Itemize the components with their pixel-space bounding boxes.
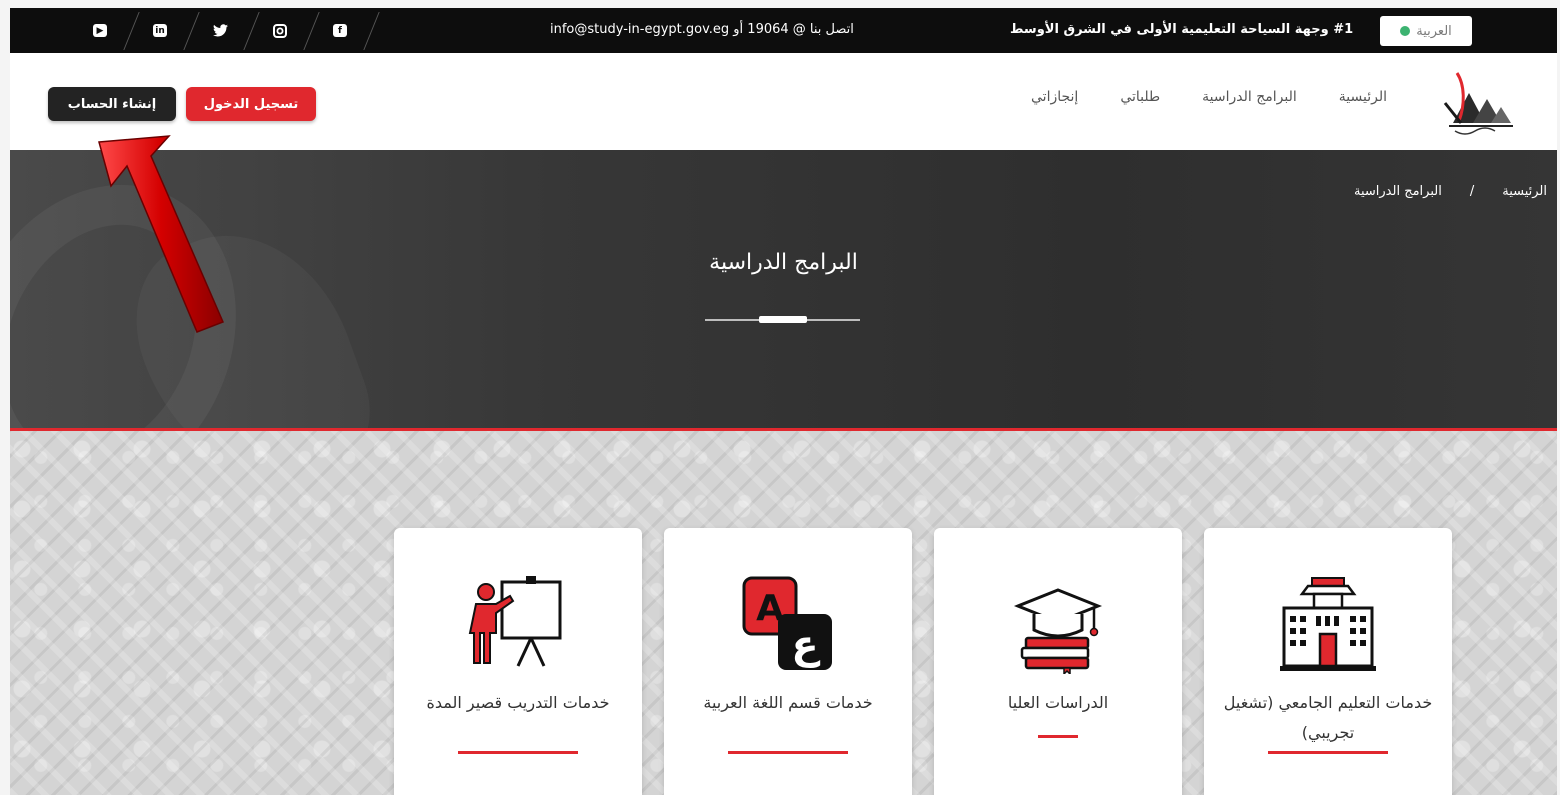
card-underline [1268,751,1388,754]
nav-achievements[interactable]: إنجازاتي [1031,89,1078,105]
youtube-icon: ▶ [93,24,107,37]
svg-text:ع: ع [791,622,820,668]
card-underline [728,751,848,754]
page: ▶ in f اتصل بنا @ 19064 أو info@study-in… [10,8,1557,795]
programs-section: خدمات التدريب قصير المدة A ع خدمات قسم ا… [10,431,1557,795]
contact-info[interactable]: اتصل بنا @ 19064 أو info@study-in-egypt.… [550,22,854,37]
annotation-arrow [98,135,224,333]
language-letters-icon: A ع [742,576,832,670]
title-divider-accent [759,316,807,323]
instagram-icon [273,23,287,38]
twitter-link[interactable] [190,8,250,53]
program-card-postgraduate[interactable]: الدراسات العليا [934,528,1182,795]
twitter-icon [212,24,228,37]
program-card-label: الدراسات العليا [1007,693,1109,712]
instagram-link[interactable] [250,8,310,53]
program-card-label: خدمات قسم اللغة العربية [703,693,873,712]
nav-home[interactable]: الرئيسية [1339,89,1387,105]
graduation-cap-books-icon [1013,588,1103,674]
card-underline [1038,735,1078,738]
nav-study-programs[interactable]: البرامج الدراسية [1202,89,1297,105]
social-links: ▶ in f [70,8,370,53]
nav-my-requests[interactable]: طلباتي [1120,89,1160,105]
youtube-link[interactable]: ▶ [70,8,130,53]
program-card-university-education[interactable]: خدمات التعليم الجامعي (تشغيل تجريبي) [1204,528,1452,795]
linkedin-link[interactable]: in [130,8,190,53]
language-switcher[interactable]: العربية [1380,16,1472,46]
login-button[interactable]: تسجيل الدخول [186,87,316,121]
slogan-text: #1 وجهة السياحة التعليمية الأولى في الشر… [1010,22,1354,37]
globe-icon [1400,26,1411,36]
screenshot-frame: ▶ in f اتصل بنا @ 19064 أو info@study-in… [0,0,1560,795]
trainer-presentation-icon [468,576,562,667]
card-underline [458,751,578,754]
breadcrumb: الرئيسية / البرامج الدراسية [1354,184,1547,199]
program-card-label: خدمات التعليم الجامعي (تشغيل تجريبي) [1223,693,1433,742]
nav-links: الرئيسية البرامج الدراسية طلباتي إنجازات… [1031,89,1387,105]
breadcrumb-current: البرامج الدراسية [1353,184,1442,199]
breadcrumb-separator: / [1469,184,1475,199]
language-label: العربية [1416,23,1452,39]
facebook-link[interactable]: f [310,8,370,53]
study-in-egypt-logo[interactable] [1435,65,1525,143]
linkedin-icon: in [153,24,167,37]
program-card-label: خدمات التدريب قصير المدة [426,693,610,712]
register-button[interactable]: إنشاء الحساب [48,87,176,121]
university-building-icon [1280,577,1376,671]
breadcrumb-home[interactable]: الرئيسية [1502,184,1547,199]
facebook-icon: f [333,24,347,37]
program-card-arabic-language[interactable]: A ع خدمات قسم اللغة العربية [664,528,912,795]
program-card-short-training[interactable]: خدمات التدريب قصير المدة [394,528,642,795]
top-bar: ▶ in f اتصل بنا @ 19064 أو info@study-in… [10,8,1557,53]
